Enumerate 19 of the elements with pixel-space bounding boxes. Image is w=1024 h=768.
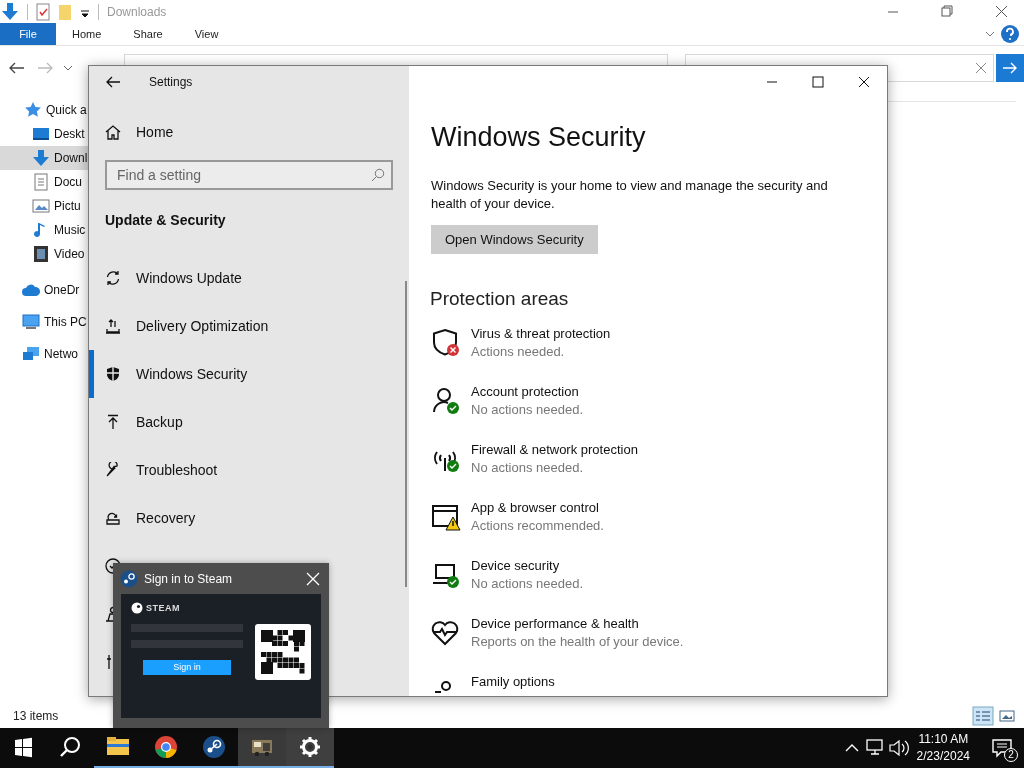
window-title: Downloads: [107, 4, 167, 19]
status-text: Reports on the health of your device.: [471, 634, 684, 649]
section-heading: Protection areas: [430, 288, 569, 310]
section-heading: Update & Security: [104, 212, 227, 228]
status-text: No actions needed.: [471, 460, 585, 475]
status-text: No actions needed.: [471, 402, 584, 417]
sign-in-button: Sign in: [143, 660, 231, 675]
brand-name: STEAM: [146, 603, 180, 613]
description-text: Windows Security is your home to view and manage the security and health of your device.: [431, 177, 829, 213]
notification-badge: 2: [1004, 748, 1018, 762]
status-text: Actions needed.: [471, 344, 566, 359]
preview-title: Sign in to Steam: [144, 571, 233, 586]
status-text: Actions recommended.: [471, 518, 604, 533]
status-text: No actions needed.: [471, 576, 584, 591]
clock-time: 11:10 AM: [918, 731, 969, 748]
window-title: Settings: [149, 75, 193, 89]
item-count: 13 items: [13, 709, 59, 723]
clock-date: 2/23/2024: [916, 748, 970, 765]
page-title: Windows Security: [431, 122, 646, 153]
